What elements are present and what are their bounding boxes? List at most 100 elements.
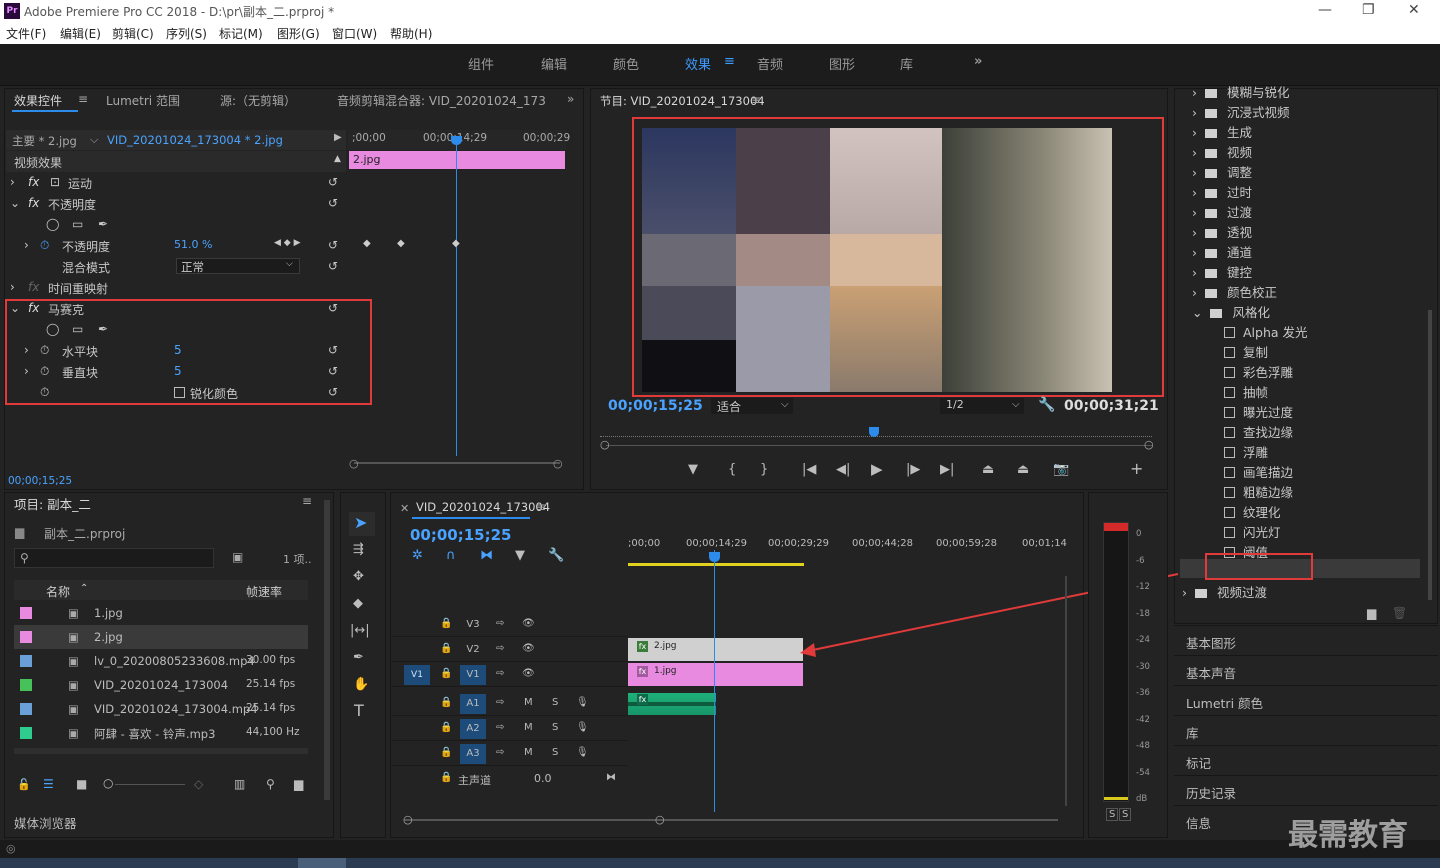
label-color-swatch[interactable] [20, 679, 32, 691]
effect-item[interactable]: 粗糙边缘 [1224, 482, 1293, 501]
effect-item[interactable]: 查找边缘 [1224, 422, 1293, 441]
effect-folder[interactable]: › 过时 [1192, 182, 1252, 201]
ec-clip-bar[interactable]: 2.jpg [349, 151, 565, 169]
panel-section-tab[interactable]: 库 [1186, 723, 1199, 742]
type-tool-icon[interactable]: T [354, 703, 364, 719]
label-color-swatch[interactable] [20, 607, 32, 619]
clip-indicator[interactable] [1104, 523, 1128, 531]
effect-folder[interactable]: › 过渡 [1192, 202, 1252, 221]
rect-mask-icon[interactable]: ▭ [72, 217, 83, 231]
menu-graphics[interactable]: 图形(G) [277, 25, 320, 42]
trash-icon[interactable]: 🗑 [1392, 606, 1407, 620]
add-marker-icon[interactable]: ▼ [688, 463, 698, 477]
panel-section-tab[interactable]: 基本声音 [1186, 663, 1236, 682]
new-search-bin-icon[interactable]: ▣ [232, 550, 243, 564]
effect-item[interactable]: 浮雕 [1224, 442, 1268, 461]
chevron-right-icon[interactable]: › [1192, 245, 1197, 260]
effect-folder[interactable]: › 键控 [1192, 262, 1252, 281]
project-v-scrollbar[interactable] [324, 500, 330, 800]
close-icon[interactable]: ✕ [1408, 2, 1420, 18]
chevron-right-icon[interactable]: › [1192, 185, 1197, 200]
label-color-swatch[interactable] [20, 631, 32, 643]
solo-right-button[interactable]: S [1119, 808, 1132, 821]
mark-in-icon[interactable]: { [728, 463, 736, 477]
program-monitor-title[interactable]: 节目: VID_20201024_173004 [600, 93, 765, 109]
project-title[interactable]: 项目: 副本_二 [14, 494, 91, 513]
label-color-swatch[interactable] [20, 727, 32, 739]
solo-button[interactable]: S [552, 722, 558, 733]
menu-marker[interactable]: 标记(M) [219, 25, 263, 42]
keyframe-marker[interactable]: ◆ [452, 238, 460, 249]
track-target-toggle[interactable]: V2 [460, 640, 486, 660]
effect-folder[interactable]: ⌄ 风格化 [1192, 302, 1270, 321]
play-triangle-icon[interactable]: ▶ [334, 132, 342, 143]
effect-folder[interactable]: › 颜色校正 [1192, 282, 1277, 301]
search-icon[interactable]: ⚲ [20, 551, 29, 565]
go-to-out-icon[interactable]: ▶| [940, 463, 954, 477]
workspace-graphics[interactable]: 图形 [829, 54, 855, 73]
panel-overflow-icon[interactable]: » [567, 92, 574, 106]
lock-icon[interactable]: 🔒 [440, 697, 452, 708]
name-column-header[interactable]: 名称 [46, 583, 70, 600]
label-color-swatch[interactable] [20, 703, 32, 715]
sync-lock-icon[interactable]: ⇨ [496, 747, 504, 758]
eye-icon[interactable]: 👁 [522, 668, 535, 679]
ec-timecode[interactable]: 00;00;15;25 [8, 475, 72, 487]
step-forward-icon[interactable]: |▶ [906, 463, 920, 477]
effect-folder[interactable]: › 视频 [1192, 142, 1252, 161]
keyframe-marker[interactable]: ◆ [363, 238, 371, 249]
zoom-slider-handle[interactable]: ○ [103, 776, 113, 790]
solo-button[interactable]: S [552, 697, 558, 708]
chevron-right-icon[interactable]: › [1192, 125, 1197, 140]
master-volume-value[interactable]: 0.0 [534, 772, 552, 785]
blend-mode-select[interactable]: 正常 [176, 258, 300, 274]
fold-track-icon[interactable]: ⧓ [606, 772, 616, 783]
new-bin-icon[interactable]: ▆ [1367, 606, 1376, 620]
label-color-swatch[interactable] [20, 655, 32, 667]
timeline-h-scrollbar[interactable] [404, 819, 1058, 821]
sequence-clip-label[interactable]: VID_20201024_173004 * 2.jpg [107, 133, 283, 147]
chevron-down-icon[interactable]: ⌄ [1192, 305, 1202, 320]
pen-mask-icon[interactable]: ✒ [98, 217, 108, 231]
panel-menu-icon[interactable]: ≡ [78, 92, 88, 106]
sync-lock-icon[interactable]: ⇨ [496, 618, 504, 629]
timeline-v-scrollbar[interactable] [1065, 576, 1067, 806]
workspace-libraries[interactable]: 库 [900, 54, 913, 73]
lock-icon[interactable]: 🔒 [440, 643, 452, 654]
effect-time-remap[interactable]: › fx 时间重映射 [6, 277, 346, 298]
snap-magnet-icon[interactable]: ∩ [446, 549, 456, 563]
extract-icon[interactable]: ⏏ [1017, 463, 1029, 477]
track-select-tool-icon[interactable]: ⇶ [353, 543, 364, 557]
microphone-icon[interactable]: 🎙 [576, 697, 589, 708]
program-zoom-bar[interactable] [606, 445, 1152, 446]
source-patch-v1[interactable]: V1 [404, 665, 430, 685]
lock-icon[interactable]: 🔒 [440, 618, 452, 629]
effect-folder[interactable]: › 模糊与锐化 [1192, 82, 1290, 101]
lock-icon[interactable]: 🔒 [440, 772, 452, 783]
sync-lock-icon[interactable]: ⇨ [496, 697, 504, 708]
effect-item[interactable]: 彩色浮雕 [1224, 362, 1293, 381]
ellipse-mask-icon[interactable]: ◯ [46, 217, 59, 231]
chevron-right-icon[interactable]: › [1192, 145, 1197, 160]
new-bin-icon[interactable]: ▆ [294, 777, 303, 791]
project-search-input[interactable] [14, 548, 214, 568]
effect-item[interactable]: 画笔描边 [1224, 462, 1293, 481]
add-button-icon[interactable]: + [1130, 461, 1143, 477]
fps-column-header[interactable]: 帧速率 [246, 583, 282, 600]
effect-opacity[interactable]: ⌄ fx 不透明度 ↺ [6, 193, 346, 214]
sort-icon[interactable]: ◇ [194, 777, 203, 791]
effect-item[interactable]: 纹理化 [1224, 502, 1281, 521]
tab-audio-clip-mixer[interactable]: 音频剪辑混合器: VID_20201024_173004 [337, 92, 545, 109]
timeline-title[interactable]: VID_20201024_173004 [416, 500, 550, 514]
tab-source[interactable]: 源:（无剪辑） [220, 92, 296, 109]
selection-tool-icon[interactable]: ➤ [354, 515, 367, 531]
ec-scrollbar[interactable] [354, 462, 560, 464]
mute-button[interactable]: M [524, 722, 533, 733]
panel-section-tab[interactable]: 标记 [1186, 753, 1211, 772]
program-timecode[interactable]: 00;00;15;25 [608, 398, 703, 414]
icon-view-icon[interactable]: ■ [76, 777, 87, 791]
project-item[interactable]: ▣ VID_20201024_173004 25.14 fps [14, 673, 308, 697]
find-icon[interactable]: ⚲ [266, 777, 275, 791]
effect-motion[interactable]: › fx ⊡ 运动 ↺ [6, 172, 346, 193]
maximize-icon[interactable]: ❐ [1362, 2, 1375, 18]
